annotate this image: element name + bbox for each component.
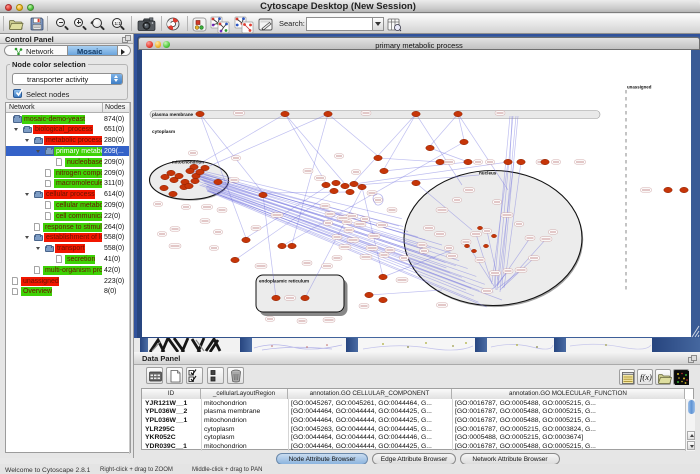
svg-text:plasma membrane: plasma membrane: [152, 112, 194, 117]
svg-text:cytoplasm: cytoplasm: [152, 129, 175, 134]
svg-text:mitochondrion: mitochondrion: [172, 160, 204, 165]
svg-text:nucleus: nucleus: [479, 171, 497, 176]
svg-text:endoplasmic reticulum: endoplasmic reticulum: [259, 279, 309, 284]
svg-text:unassigned: unassigned: [627, 85, 652, 90]
